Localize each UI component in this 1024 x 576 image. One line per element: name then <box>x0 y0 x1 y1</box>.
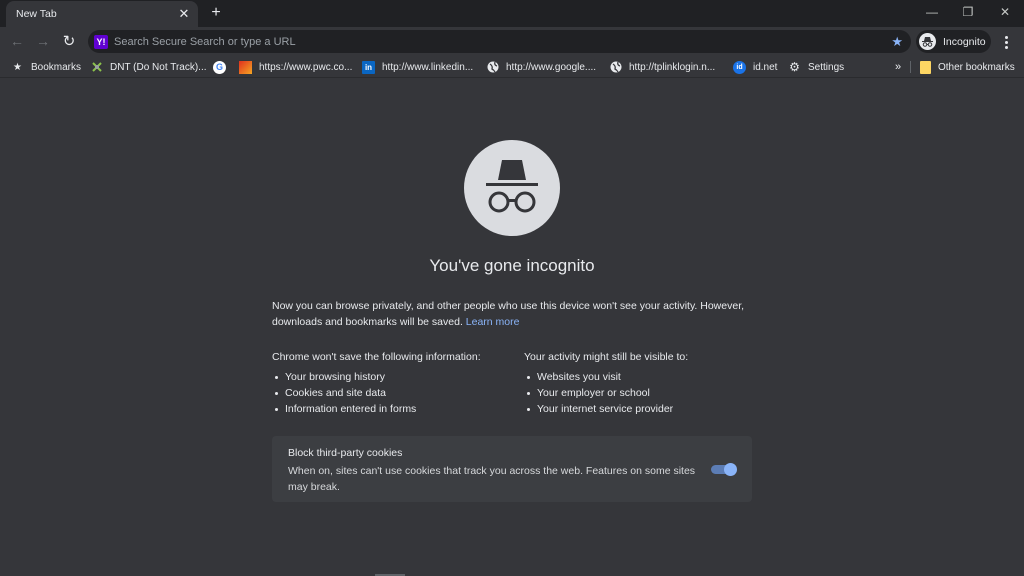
bookmark-item[interactable]: ⚙ Settings <box>788 59 844 75</box>
bookmark-item[interactable]: G <box>213 59 233 75</box>
bookmark-item[interactable]: ★ Bookmarks <box>11 59 81 75</box>
close-window-button[interactable]: ✕ <box>987 0 1023 24</box>
title-bar: New Tab ✕ + — ❐ ✕ <box>0 0 1024 27</box>
cookie-controls-card: Block third-party cookies When on, sites… <box>272 436 752 502</box>
bookmarks-divider <box>910 61 911 73</box>
profile-label: Incognito <box>943 35 986 48</box>
tab-new-tab[interactable]: New Tab ✕ <box>6 1 198 27</box>
learn-more-link[interactable]: Learn more <box>466 316 520 328</box>
bookmark-item[interactable]: https://www.pwc.co... <box>239 59 352 75</box>
incognito-icon <box>919 33 936 50</box>
not-saved-title: Chrome won't save the following informat… <box>272 351 481 363</box>
toggle-knob <box>724 463 737 476</box>
omnibox-input[interactable]: Search Secure Search or type a URL <box>114 36 891 48</box>
visible-to-section: Your activity might still be visible to:… <box>524 349 688 417</box>
incognito-hero-icon <box>464 140 560 236</box>
list-item: Information entered in forms <box>272 401 481 417</box>
globe-icon <box>486 61 499 74</box>
linkedin-icon: in <box>362 60 375 74</box>
gear-icon: ⚙ <box>789 60 800 74</box>
cookie-card-description: When on, sites can't use cookies that tr… <box>288 465 696 493</box>
list-item: Your browsing history <box>272 369 481 385</box>
page-title: You've gone incognito <box>429 256 595 275</box>
omnibox[interactable]: Y! Search Secure Search or type a URL ★ <box>88 30 911 53</box>
back-icon[interactable]: ← <box>7 31 27 51</box>
bookmark-item[interactable]: DNT (Do Not Track)... <box>90 59 207 75</box>
list-item: Your internet service provider <box>524 401 688 417</box>
list-item: Cookies and site data <box>272 385 481 401</box>
bookmarks-bar: ★ Bookmarks DNT (Do Not Track)... G http… <box>0 56 1024 78</box>
toolbar: ← → ↻ Y! Search Secure Search or type a … <box>0 27 1024 56</box>
bookmark-item[interactable]: id id.net <box>733 59 777 75</box>
more-vert-icon[interactable] <box>998 32 1014 52</box>
globe-icon <box>609 61 622 74</box>
bookmark-item[interactable]: http://www.google.... <box>486 59 596 75</box>
other-bookmarks-folder[interactable]: Other bookmarks <box>920 59 1015 75</box>
pwc-icon <box>239 60 252 74</box>
forward-icon[interactable]: → <box>33 31 53 51</box>
reload-icon[interactable]: ↻ <box>59 31 79 51</box>
list-item: Websites you visit <box>524 369 688 385</box>
incognito-page: You've gone incognito Now you can browse… <box>0 79 1024 576</box>
bookmark-item[interactable]: in http://www.linkedin... <box>362 59 473 75</box>
search-engine-icon: Y! <box>94 34 108 49</box>
cookie-card-title: Block third-party cookies <box>288 447 403 459</box>
not-saved-section: Chrome won't save the following informat… <box>272 349 481 417</box>
restore-button[interactable]: ❐ <box>950 0 986 24</box>
bookmark-star-icon[interactable]: ★ <box>891 34 903 50</box>
minimize-button[interactable]: — <box>914 0 950 24</box>
list-item: Your employer or school <box>524 385 688 401</box>
star-icon: ★ <box>13 61 22 73</box>
idnet-icon: id <box>733 60 746 74</box>
plus-icon[interactable]: + <box>207 4 225 22</box>
google-icon: G <box>213 60 226 74</box>
bookmarks-overflow-button[interactable]: » <box>895 59 901 75</box>
profile-button[interactable]: Incognito <box>916 30 991 53</box>
close-icon[interactable]: ✕ <box>176 6 192 22</box>
folder-icon <box>920 60 931 74</box>
tab-title: New Tab <box>16 8 57 20</box>
satellite-icon <box>90 61 103 74</box>
block-cookies-toggle[interactable] <box>711 463 737 476</box>
intro-text: Now you can browse privately, and other … <box>272 300 745 328</box>
visible-to-title: Your activity might still be visible to: <box>524 351 689 363</box>
bookmark-item[interactable]: http://tplinklogin.n... <box>609 59 715 75</box>
